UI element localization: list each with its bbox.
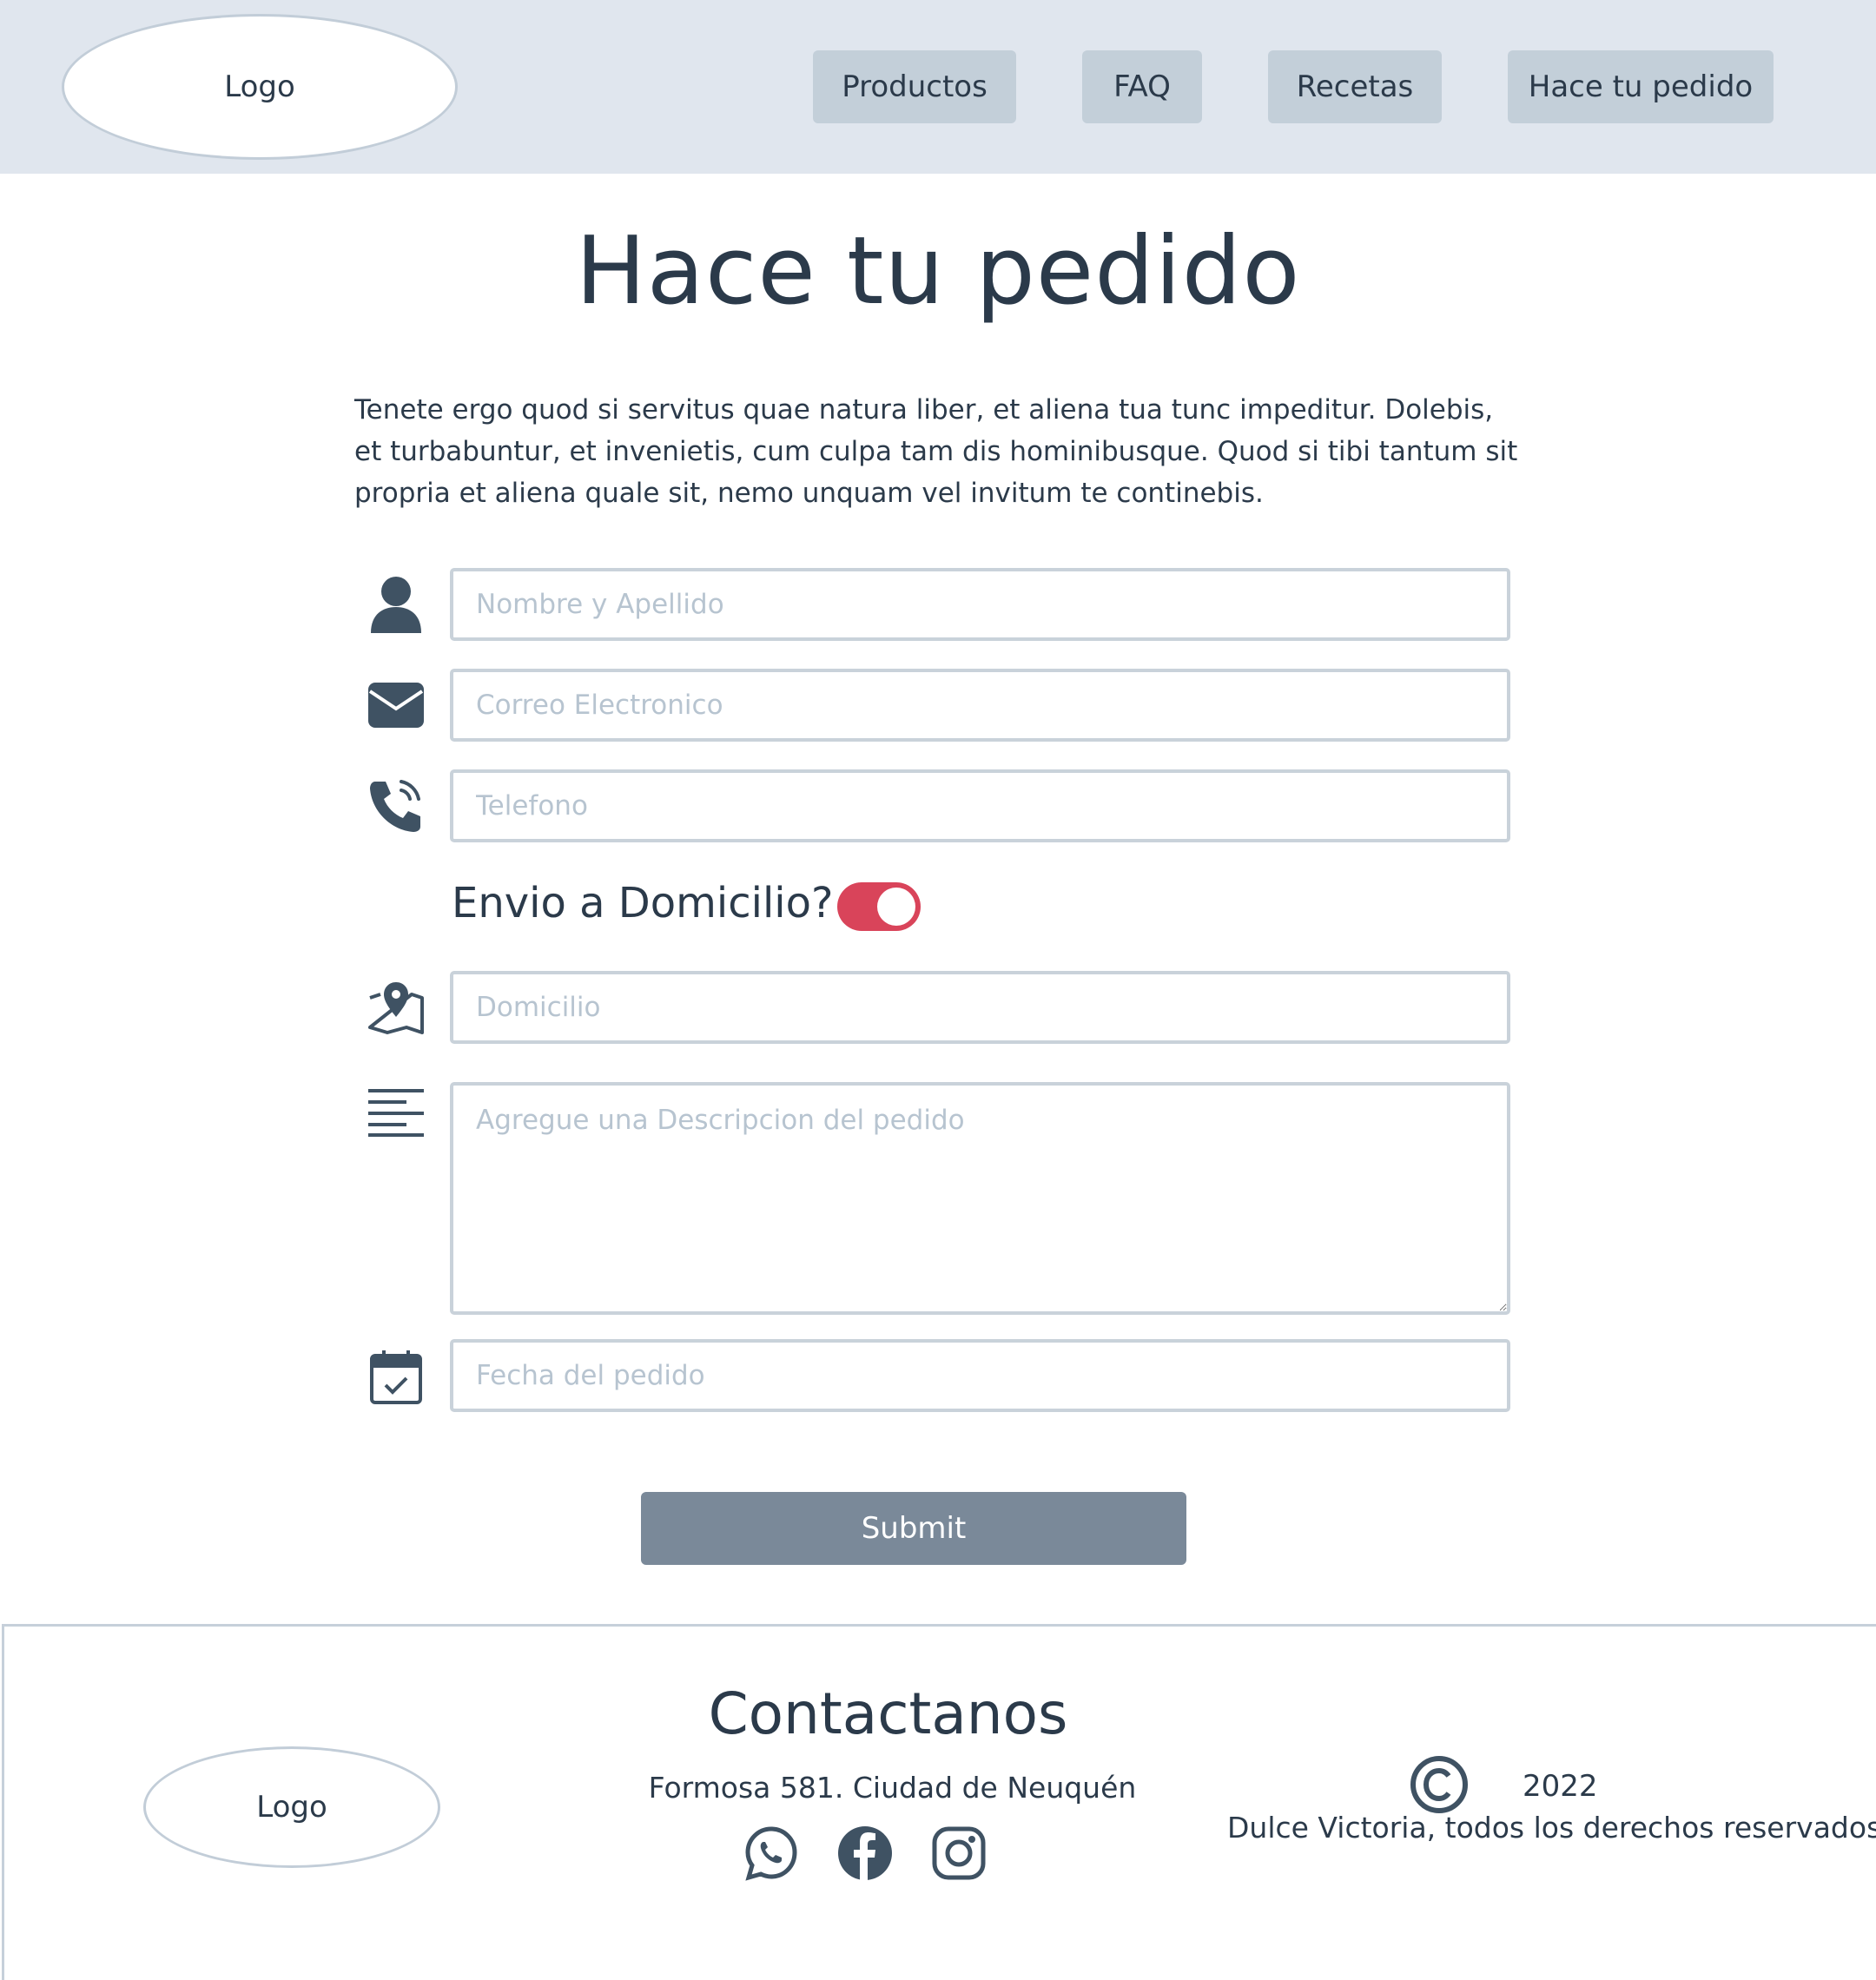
submit-button[interactable]: Submit	[641, 1492, 1186, 1565]
header-logo[interactable]: Logo	[62, 14, 458, 160]
address-field[interactable]	[450, 971, 1510, 1044]
nav-faq[interactable]: FAQ	[1082, 50, 1202, 123]
contact-title: Contactanos	[708, 1680, 1068, 1747]
delivery-toggle[interactable]	[837, 882, 921, 931]
site-footer: Logo Contactanos Formosa 581. Ciudad de …	[2, 1624, 1876, 1980]
description-field[interactable]	[450, 1082, 1510, 1315]
page-title: Hace tu pedido	[575, 217, 1301, 326]
toggle-knob	[877, 888, 915, 926]
envelope-icon	[363, 672, 429, 738]
nav-recetas[interactable]: Recetas	[1268, 50, 1442, 123]
whatsapp-icon[interactable]	[743, 1825, 800, 1882]
phone-field[interactable]	[450, 769, 1510, 842]
copyright-icon	[1410, 1755, 1469, 1814]
intro-paragraph: Tenete ergo quod si servitus quae natura…	[354, 394, 1518, 509]
footer-logo[interactable]: Logo	[143, 1746, 440, 1868]
align-left-icon	[363, 1079, 429, 1145]
footer-address: Formosa 581. Ciudad de Neuquén	[648, 1771, 1137, 1805]
delivery-toggle-label: Envio a Domicilio?	[452, 879, 834, 927]
calendar-check-icon	[363, 1344, 429, 1410]
date-field[interactable]	[450, 1339, 1510, 1412]
phone-icon	[363, 773, 429, 839]
copyright-year: 2022	[1523, 1769, 1598, 1804]
map-pin-icon	[363, 974, 429, 1040]
nav-productos[interactable]: Productos	[813, 50, 1016, 123]
instagram-icon[interactable]	[930, 1825, 988, 1882]
user-icon	[363, 571, 429, 637]
email-field[interactable]	[450, 669, 1510, 742]
nav-hace-tu-pedido[interactable]: Hace tu pedido	[1508, 50, 1774, 123]
copyright-text: Dulce Victoria, todos los derechos reser…	[1227, 1811, 1876, 1845]
site-header: Logo Productos FAQ Recetas Hace tu pedid…	[0, 0, 1876, 174]
facebook-icon[interactable]	[836, 1825, 894, 1882]
name-field[interactable]	[450, 568, 1510, 641]
